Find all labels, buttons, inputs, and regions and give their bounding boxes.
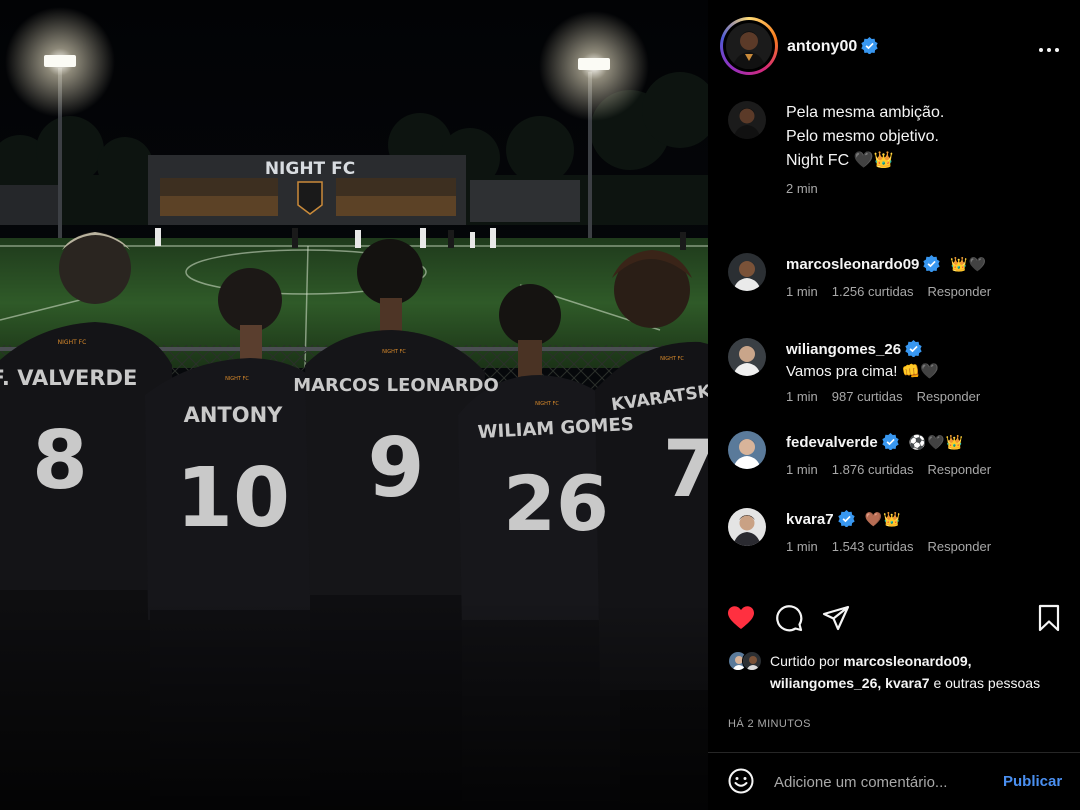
reply-button[interactable]: Responder (917, 389, 981, 404)
liked-by-user-3[interactable]: kvara7 (885, 675, 929, 691)
commenter-username[interactable]: kvara7 🤎👑 (786, 510, 901, 528)
comment-time: 1 min (786, 539, 818, 554)
player-number-5: 7 (663, 425, 708, 515)
commenter-username[interactable]: marcosleonardo09 👑🖤 (786, 255, 987, 273)
comment-text: Vamos pra cima! 👊🖤 (786, 363, 939, 380)
reply-button[interactable]: Responder (927, 462, 991, 477)
comment-text: 👑🖤 (950, 256, 988, 272)
svg-text:NIGHT FC: NIGHT FC (660, 356, 684, 362)
commenter-username[interactable]: wiliangomes_26 (786, 340, 922, 358)
post-actions (708, 603, 1080, 639)
comment-icon[interactable] (774, 603, 804, 633)
comment-likes[interactable]: 1.256 curtidas (832, 284, 914, 299)
comment-meta: 1 min 987 curtidas Responder (786, 389, 994, 404)
liked-by-prefix: Curtido por (770, 653, 840, 669)
comment-likes[interactable]: 1.543 curtidas (832, 539, 914, 554)
player-number-2: 10 (176, 451, 290, 546)
commenter-avatar[interactable] (728, 253, 766, 291)
post-caption: Pela mesma ambição. Pelo mesmo objetivo.… (786, 101, 944, 173)
caption-line-3: Night FC 🖤👑 (786, 152, 894, 169)
verified-icon (923, 255, 941, 272)
post-panel: antony00 Pela mesma ambição. Pelo mesmo … (708, 0, 1080, 810)
post-header: antony00 (708, 0, 1080, 96)
shirt-badge: NIGHT FC (58, 339, 87, 346)
liked-avatar (742, 651, 762, 671)
liked-by: Curtido por marcosleonardo09, wiliangome… (728, 650, 1068, 694)
caption-line-1: Pela mesma ambição. (786, 104, 945, 121)
comment-text: 🤎👑 (864, 511, 902, 527)
comment-input[interactable] (774, 771, 994, 793)
heart-filled-icon[interactable] (726, 603, 756, 633)
commenter-username-text[interactable]: kvara7 (786, 511, 834, 528)
reply-button[interactable]: Responder (927, 539, 991, 554)
reply-button[interactable]: Responder (927, 284, 991, 299)
comment-meta: 1 min 1.876 curtidas Responder (786, 462, 1005, 477)
author-story-ring[interactable] (720, 17, 778, 75)
svg-text:NIGHT FC: NIGHT FC (535, 401, 559, 407)
liked-by-user-1[interactable]: marcosleonardo09, (843, 653, 971, 669)
send-icon[interactable] (821, 603, 851, 633)
comment-item: marcosleonardo09 👑🖤 1 min 1.256 curtidas Re… (708, 253, 1080, 323)
commenter-avatar[interactable] (728, 338, 766, 376)
post-timestamp[interactable]: HÁ 2 MINUTOS (728, 718, 811, 730)
add-comment-bar: Publicar (708, 753, 1080, 810)
author-username[interactable]: antony00 (787, 37, 878, 56)
liked-by-avatars (728, 651, 768, 671)
player-name-3: MARCOS LEONARDO (293, 375, 499, 396)
liked-by-user-2[interactable]: wiliangomes_26, (770, 675, 881, 691)
svg-text:NIGHT FC: NIGHT FC (382, 349, 406, 355)
svg-text:NIGHT FC: NIGHT FC (225, 376, 249, 382)
smiley-icon[interactable] (727, 767, 755, 795)
player-name-1: F. VALVERDE (0, 366, 137, 390)
comment-time: 1 min (786, 389, 818, 404)
comment-item: fedevalverde ⚽🖤👑 1 min 1.876 curtidas Respo… (708, 431, 1080, 501)
commenter-username-text[interactable]: fedevalverde (786, 434, 878, 451)
player-number-1: 8 (32, 414, 88, 507)
verified-icon (882, 433, 899, 450)
liked-by-suffix[interactable]: e outras pessoas (933, 675, 1040, 691)
verified-icon (905, 340, 922, 357)
commenter-avatar[interactable] (728, 431, 766, 469)
commenter-username-text[interactable]: wiliangomes_26 (786, 341, 901, 358)
author-username-text[interactable]: antony00 (787, 38, 857, 55)
author-avatar[interactable] (726, 23, 772, 69)
comment-text: ⚽🖤👑 (908, 434, 965, 450)
more-options-icon[interactable] (1036, 36, 1062, 56)
publish-button[interactable]: Publicar (1003, 773, 1062, 790)
caption-author-avatar[interactable] (728, 101, 766, 139)
player-number-4: 26 (503, 459, 609, 548)
caption-line-2: Pelo mesmo objetivo. (786, 128, 939, 145)
comment-likes[interactable]: 1.876 curtidas (832, 462, 914, 477)
verified-icon (837, 510, 855, 527)
commenter-username-text[interactable]: marcosleonardo09 (786, 256, 919, 273)
comment-item: wiliangomes_26 Vamos pra cima! 👊🖤 1 min 9… (708, 338, 1080, 408)
player-number-3: 9 (367, 421, 424, 516)
verified-icon (861, 37, 878, 54)
comment-likes[interactable]: 987 curtidas (832, 389, 903, 404)
commenter-avatar[interactable] (728, 508, 766, 546)
stadium-sign: NIGHT FC (265, 159, 355, 179)
bookmark-icon[interactable] (1034, 603, 1064, 633)
comment-item: kvara7 🤎👑 1 min 1.543 curtidas Responder (708, 508, 1080, 578)
comment-time: 1 min (786, 462, 818, 477)
player-name-2: ANTONY (184, 403, 284, 427)
comment-time: 1 min (786, 284, 818, 299)
commenter-username[interactable]: fedevalverde ⚽🖤👑 (786, 433, 964, 451)
comment-meta: 1 min 1.256 curtidas Responder (786, 284, 1005, 299)
comment-meta: 1 min 1.543 curtidas Responder (786, 539, 1005, 554)
post-photo: NIGHT FC NIGHT FC F. VALVERDE 8 ANTONY 1… (0, 0, 708, 810)
caption-time: 2 min (786, 181, 818, 196)
